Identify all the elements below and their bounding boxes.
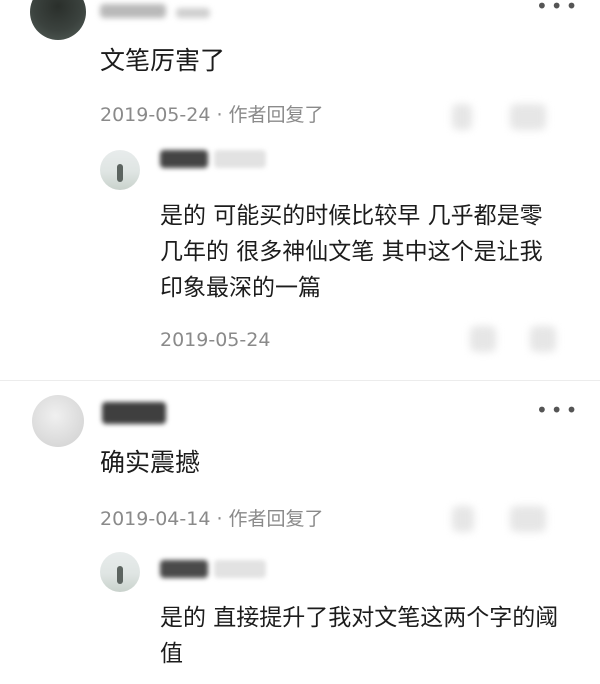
author-name-redacted xyxy=(160,150,208,168)
reply-text: 是的 可能买的时候比较早 几乎都是零几年的 很多神仙文笔 其中这个是让我印象最深… xyxy=(160,203,543,301)
author-avatar[interactable] xyxy=(100,552,140,592)
commenter-name-redacted xyxy=(102,402,166,424)
comment-divider xyxy=(0,380,600,381)
commenter-avatar[interactable] xyxy=(30,0,86,40)
comment-meta: 2019-04-14 · 作者回复了 xyxy=(100,508,324,530)
author-avatar[interactable] xyxy=(100,150,140,190)
commenter-name-redacted xyxy=(100,4,166,18)
comment-text: 文笔厉害了 xyxy=(100,46,226,75)
action-icon-redacted[interactable] xyxy=(470,326,496,352)
commenter-name-redacted xyxy=(176,8,210,18)
comment-list: ••• 文笔厉害了 2019-05-24 · 作者回复了 是的 可能买的时候比较… xyxy=(0,0,600,684)
action-icon-redacted[interactable] xyxy=(510,506,546,532)
reply-text: 是的 直接提升了我对文笔这两个字的阈值 xyxy=(160,605,559,667)
comment-meta: 2019-05-24 · 作者回复了 xyxy=(100,104,324,126)
action-icon-redacted[interactable] xyxy=(452,506,474,532)
comment-text: 确实震撼 xyxy=(100,448,201,477)
reply-date: 2019-05-24 xyxy=(160,329,271,351)
action-icon-redacted[interactable] xyxy=(510,104,546,130)
action-icon-redacted[interactable] xyxy=(530,326,556,352)
author-tag-redacted xyxy=(214,150,266,168)
commenter-avatar[interactable] xyxy=(32,395,84,447)
author-name-redacted xyxy=(160,560,208,578)
author-tag-redacted xyxy=(214,560,266,578)
more-dots-icon[interactable]: ••• xyxy=(536,0,580,16)
action-icon-redacted[interactable] xyxy=(452,104,472,130)
more-dots-icon[interactable]: ••• xyxy=(536,400,580,420)
